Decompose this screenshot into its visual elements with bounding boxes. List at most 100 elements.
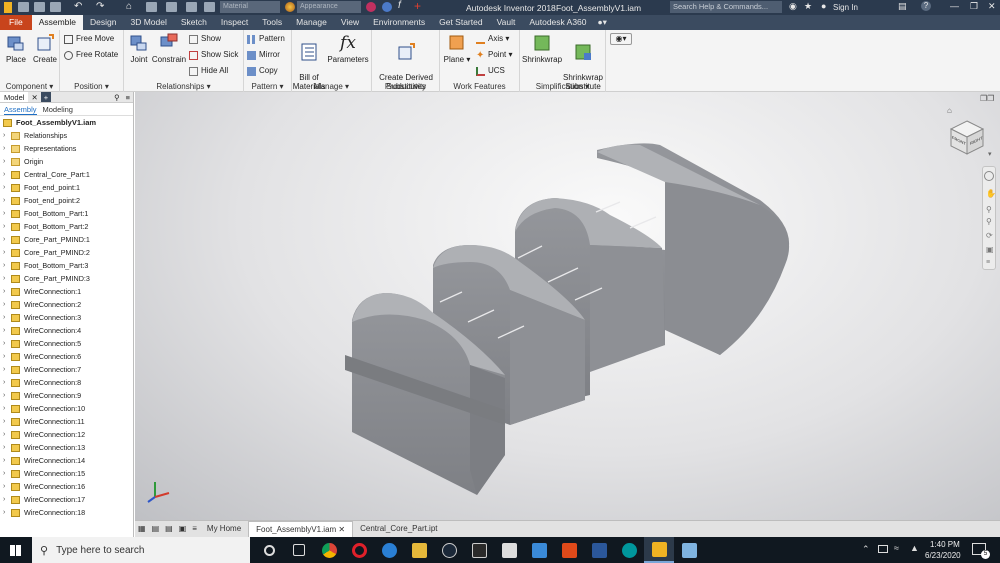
- axis-button[interactable]: Axis ▾: [476, 34, 509, 44]
- user-icon[interactable]: ●: [821, 1, 826, 11]
- help-search-input[interactable]: Search Help & Commands...: [670, 1, 782, 13]
- expand-chevron-icon[interactable]: ›: [3, 402, 11, 415]
- expand-chevron-icon[interactable]: ›: [3, 285, 11, 298]
- expand-chevron-icon[interactable]: ›: [3, 298, 11, 311]
- chrome-icon[interactable]: [314, 537, 344, 563]
- orbit-icon[interactable]: ⟳: [986, 231, 993, 240]
- cascade-layout-icon[interactable]: ▤: [149, 521, 163, 537]
- mode-tab-assembly[interactable]: Assembly: [4, 103, 37, 115]
- doc-tab-central-core-part[interactable]: Central_Core_Part.ipt: [353, 521, 444, 537]
- tree-item[interactable]: › Foot_end_point:2: [0, 194, 133, 207]
- arduino-icon[interactable]: [614, 537, 644, 563]
- sign-in-link[interactable]: Sign In: [833, 3, 858, 12]
- viewcube[interactable]: FRONT RIGHT: [948, 118, 986, 156]
- tab-get-started[interactable]: Get Started: [432, 15, 489, 30]
- volume-icon[interactable]: ▲: [910, 543, 919, 553]
- tree-item[interactable]: › WireConnection:8: [0, 376, 133, 389]
- task-view-icon[interactable]: [254, 537, 284, 563]
- fx-icon[interactable]: f: [398, 0, 401, 11]
- tree-item[interactable]: › Central_Core_Part:1: [0, 168, 133, 181]
- expand-chevron-icon[interactable]: ›: [3, 415, 11, 428]
- material-dropdown[interactable]: Material: [220, 1, 280, 13]
- graphics-viewport[interactable]: FRONT RIGHT ⌂ ❐❐ ▾ ✋ ⚲ ⚲ ⟳ ▣ ≡: [135, 92, 1000, 520]
- tab-3d-model[interactable]: 3D Model: [124, 15, 174, 30]
- steering-wheel-icon[interactable]: [984, 171, 994, 181]
- system-tray-chevron-icon[interactable]: ⌃: [862, 544, 870, 555]
- edge-icon[interactable]: [374, 537, 404, 563]
- measure-icon[interactable]: [186, 2, 197, 12]
- undo-icon[interactable]: ↶: [74, 1, 82, 12]
- doc-tab-foot-assembly[interactable]: Foot_AssemblyV1.iam ✕: [248, 521, 354, 537]
- sticky-notes-icon[interactable]: [284, 537, 314, 563]
- position-group-label[interactable]: Position ▾: [60, 82, 123, 91]
- browser-tab-close-icon[interactable]: ✕: [28, 92, 40, 102]
- mail-icon[interactable]: [524, 537, 554, 563]
- cart-icon[interactable]: ▤: [898, 1, 907, 12]
- open-icon[interactable]: [34, 2, 45, 12]
- expand-chevron-icon[interactable]: ›: [3, 259, 11, 272]
- tree-item[interactable]: › Core_Part_PMIND:1: [0, 233, 133, 246]
- doc-tab-close-icon[interactable]: ✕: [338, 525, 345, 534]
- tree-item[interactable]: › WireConnection:12: [0, 428, 133, 441]
- expand-chevron-icon[interactable]: ›: [3, 168, 11, 181]
- tab-file[interactable]: File: [0, 15, 32, 30]
- store-icon[interactable]: [494, 537, 524, 563]
- color-override-icon[interactable]: [366, 2, 376, 12]
- place-button[interactable]: Place: [4, 33, 28, 64]
- network-icon[interactable]: [878, 545, 888, 553]
- tree-item[interactable]: › Foot_Bottom_Part:3: [0, 259, 133, 272]
- plane-button[interactable]: Plane ▾: [443, 33, 471, 64]
- ucs-button[interactable]: UCS: [476, 66, 505, 76]
- office-icon[interactable]: [554, 537, 584, 563]
- expand-chevron-icon[interactable]: ›: [3, 194, 11, 207]
- copy-button[interactable]: Copy: [247, 66, 278, 76]
- horizontal-layout-icon[interactable]: ▤: [162, 521, 176, 537]
- pattern-button[interactable]: Pattern: [247, 34, 285, 44]
- tree-item[interactable]: › Foot_Bottom_Part:2: [0, 220, 133, 233]
- star-icon[interactable]: ★: [804, 1, 812, 12]
- simplification-group-label[interactable]: Simplification ▾: [520, 82, 605, 91]
- doc-list-icon[interactable]: ≡: [189, 521, 200, 537]
- tab-inspect[interactable]: Inspect: [214, 15, 255, 30]
- epic-games-icon[interactable]: [464, 537, 494, 563]
- hide-all-button[interactable]: Hide All: [189, 66, 228, 76]
- create-button[interactable]: Create: [32, 33, 58, 64]
- pan-icon[interactable]: ✋: [986, 189, 996, 198]
- tree-item[interactable]: › WireConnection:18: [0, 506, 133, 519]
- tree-item[interactable]: › WireConnection:5: [0, 337, 133, 350]
- expand-chevron-icon[interactable]: ›: [3, 350, 11, 363]
- tree-item[interactable]: › WireConnection:15: [0, 467, 133, 480]
- viewport-restore-icon[interactable]: ❐❐: [980, 94, 994, 103]
- browser-add-icon[interactable]: +: [40, 92, 52, 102]
- viewcube-menu-icon[interactable]: ▾: [988, 150, 992, 158]
- point-button[interactable]: ✦ Point ▾: [476, 50, 512, 60]
- tree-item[interactable]: › Core_Part_PMIND:3: [0, 272, 133, 285]
- nav-bar-menu-icon[interactable]: ≡: [986, 259, 990, 266]
- tree-item[interactable]: › WireConnection:11: [0, 415, 133, 428]
- mirror-button[interactable]: Mirror: [247, 50, 280, 60]
- expand-chevron-icon[interactable]: ›: [3, 493, 11, 506]
- tree-item[interactable]: › WireConnection:13: [0, 441, 133, 454]
- constrain-button[interactable]: Constrain: [151, 33, 187, 64]
- expand-chevron-icon[interactable]: ›: [3, 467, 11, 480]
- tab-vault[interactable]: Vault: [490, 15, 523, 30]
- tree-item[interactable]: › Representations: [0, 142, 133, 155]
- tile-layout-icon[interactable]: ▦: [135, 521, 149, 537]
- tree-item[interactable]: › WireConnection:6: [0, 350, 133, 363]
- update-icon[interactable]: [166, 2, 177, 12]
- steam-icon[interactable]: [434, 537, 464, 563]
- tab-autodesk-a360[interactable]: Autodesk A360: [522, 15, 593, 30]
- show-button[interactable]: Show: [189, 34, 221, 44]
- wifi-icon[interactable]: ≈: [894, 543, 899, 553]
- tree-item[interactable]: › WireConnection:14: [0, 454, 133, 467]
- tab-tools[interactable]: Tools: [255, 15, 289, 30]
- vertical-layout-icon[interactable]: ▣: [176, 521, 190, 537]
- expand-chevron-icon[interactable]: ›: [3, 272, 11, 285]
- taskbar-search-input[interactable]: ⚲ Type here to search: [32, 537, 250, 563]
- expand-chevron-icon[interactable]: ›: [3, 506, 11, 519]
- expand-chevron-icon[interactable]: ›: [3, 441, 11, 454]
- expand-chevron-icon[interactable]: ›: [3, 207, 11, 220]
- tree-item[interactable]: › Origin: [0, 155, 133, 168]
- tree-item[interactable]: › Core_Part_PMIND:2: [0, 246, 133, 259]
- display-icon[interactable]: [204, 2, 215, 12]
